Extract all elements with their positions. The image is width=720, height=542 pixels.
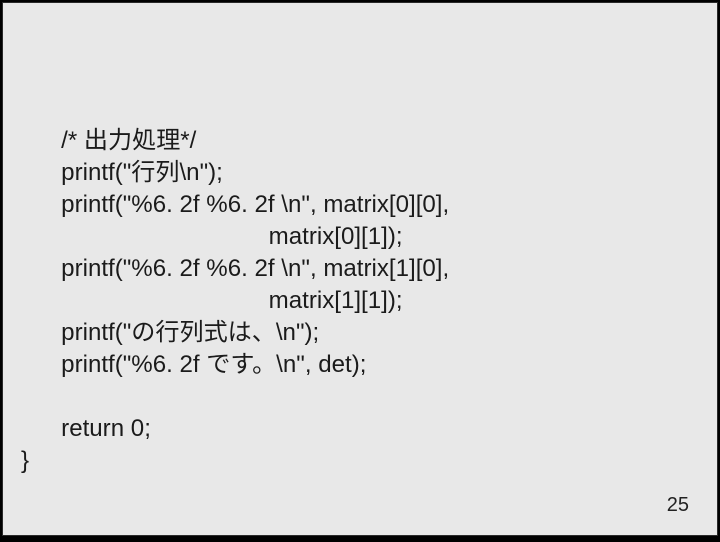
code-line: return 0; <box>21 415 151 442</box>
code-line: matrix[0][1]); <box>21 223 403 250</box>
code-line: } <box>21 447 29 474</box>
code-line: /* 出力処理*/ <box>21 127 196 154</box>
code-line: printf("行列\n"); <box>21 159 223 186</box>
page-number: 25 <box>667 494 689 517</box>
code-line: printf("%6. 2f です。\n", det); <box>21 351 366 378</box>
code-line: printf("%6. 2f %6. 2f \n", matrix[1][0], <box>21 255 449 282</box>
code-block: /* 出力処理*/ printf("行列\n"); printf("%6. 2f… <box>21 93 699 477</box>
slide-frame: /* 出力処理*/ printf("行列\n"); printf("%6. 2f… <box>2 2 718 536</box>
code-line: matrix[1][1]); <box>21 287 403 314</box>
code-line: printf("の行列式は、\n"); <box>21 319 319 346</box>
code-line: printf("%6. 2f %6. 2f \n", matrix[0][0], <box>21 191 449 218</box>
